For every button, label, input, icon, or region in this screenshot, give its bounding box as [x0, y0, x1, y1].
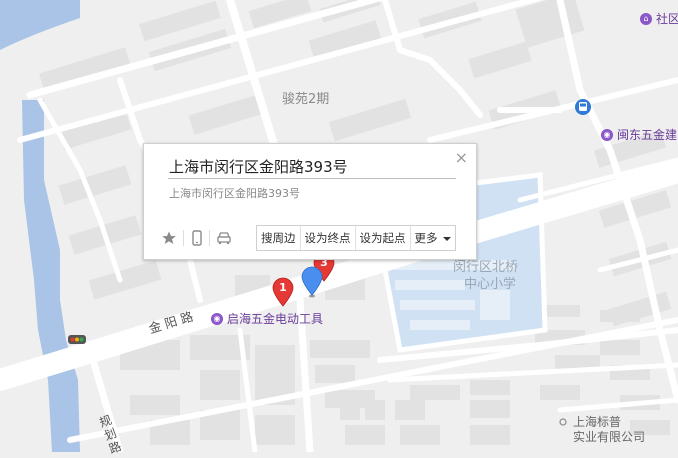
poi-label: 启海五金电动工具: [227, 312, 324, 326]
phone-icon[interactable]: [189, 230, 205, 246]
poi-mindong-hardware[interactable]: ◉ 闽东五金建: [601, 126, 677, 143]
traffic-light-icon: [68, 335, 86, 344]
close-icon[interactable]: ×: [455, 148, 468, 167]
store-icon: ◉: [211, 312, 223, 325]
blue-pin-icon: [301, 266, 323, 298]
set-destination-button[interactable]: 设为终点: [301, 226, 356, 250]
popup-action-bar: 搜周边 设为终点 设为起点 更多: [256, 225, 456, 251]
poi-label: 闽东五金建: [617, 128, 678, 142]
current-location-pin[interactable]: [301, 266, 323, 298]
popup-address: 上海市闵行区金阳路393号: [169, 187, 300, 200]
store-icon: ◉: [601, 128, 613, 141]
car-icon[interactable]: [216, 230, 232, 246]
popup-title: 上海市闵行区金阳路393号: [169, 158, 348, 176]
poi-qihai-hardware[interactable]: ◉ 启海五金电动工具: [211, 310, 323, 327]
star-icon[interactable]: [161, 230, 177, 246]
more-label: 更多: [414, 231, 438, 245]
icon-separator: [209, 230, 210, 246]
more-dropdown[interactable]: 更多: [411, 226, 455, 250]
popup-divider: [168, 178, 456, 179]
marker-label: 1: [279, 281, 287, 294]
set-origin-button[interactable]: 设为起点: [356, 226, 411, 250]
search-nearby-button[interactable]: 搜周边: [257, 226, 301, 250]
poi-label: 社区: [656, 12, 678, 26]
bus-stop-icon[interactable]: [575, 99, 591, 115]
poi-community[interactable]: ⌂ 社区: [640, 10, 678, 27]
icon-separator: [183, 230, 184, 246]
info-popup: × 上海市闵行区金阳路393号 上海市闵行区金阳路393号 搜周边 设为终点 设…: [143, 143, 477, 260]
chevron-down-icon: [442, 236, 451, 241]
company-label-line2: 实业有限公司: [573, 430, 646, 444]
community-icon: ⌂: [640, 12, 652, 25]
school-label-line2: 中心小学: [464, 277, 517, 292]
area-label-junyuan: 骏苑2期: [282, 92, 330, 107]
marker-1[interactable]: 1: [272, 277, 294, 307]
